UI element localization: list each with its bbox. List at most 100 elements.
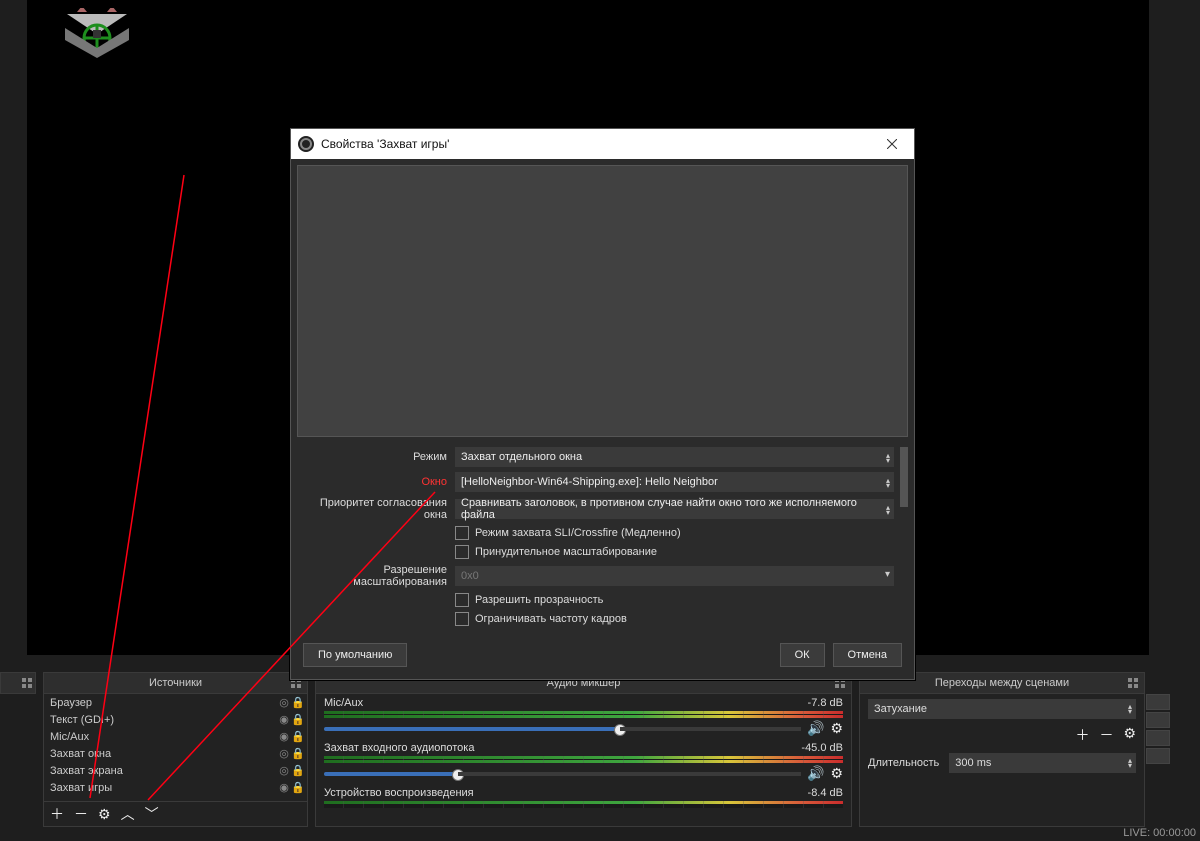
cancel-button-label: Отмена xyxy=(848,649,887,661)
lock-icon[interactable]: 🔒 xyxy=(291,764,305,777)
scale-resolution-select[interactable]: 0x0 ▾ xyxy=(455,566,894,586)
chevron-updown-icon: ▴▾ xyxy=(886,475,890,488)
remove-transition-button[interactable]: － xyxy=(1099,725,1113,745)
source-item-text-gdi[interactable]: Текст (GDI+) ◉🔒 xyxy=(44,711,307,728)
lock-icon[interactable]: 🔒 xyxy=(291,747,305,760)
visibility-icon[interactable]: ◎ xyxy=(277,696,291,709)
dialog-titlebar[interactable]: Свойства 'Захват игры' xyxy=(291,129,914,159)
mixer-row: Захват входного аудиопотока -45.0 dB 🔊 ⚙ xyxy=(316,739,851,784)
visibility-icon[interactable]: ◉ xyxy=(277,713,291,726)
defaults-button[interactable]: По умолчанию xyxy=(303,643,407,667)
chevron-updown-icon: ▴▾ xyxy=(886,502,890,515)
transitions-panel: Переходы между сценами Затухание ▴▾ ＋ － … xyxy=(859,672,1145,827)
mute-button[interactable]: 🔊 xyxy=(807,720,824,737)
source-item-window-capture[interactable]: Захват окна ◎🔒 xyxy=(44,745,307,762)
ok-button-label: ОК xyxy=(795,649,810,661)
source-item-game-capture[interactable]: Захват игры ◉🔒 xyxy=(44,779,307,796)
cancel-button[interactable]: Отмена xyxy=(833,643,902,667)
mode-label: Режим xyxy=(297,451,455,463)
transition-settings-button[interactable]: ⚙ xyxy=(1123,725,1136,745)
source-item-display-capture[interactable]: Захват экрана ◎🔒 xyxy=(44,762,307,779)
allow-transparency-label: Разрешить прозрачность xyxy=(475,594,603,606)
limit-fps-label: Ограничивать частоту кадров xyxy=(475,613,627,625)
lock-icon[interactable]: 🔒 xyxy=(291,696,305,709)
mixer-row: Mic/Aux -7.8 dB .slider-track::after{ wi… xyxy=(316,694,851,739)
limit-fps-checkbox[interactable] xyxy=(455,612,469,626)
move-source-up-button[interactable]: ︿ xyxy=(121,804,135,824)
audio-mixer-panel: Аудио микшер Mic/Aux -7.8 dB .slider-tra… xyxy=(315,672,852,827)
visibility-icon[interactable]: ◎ xyxy=(277,747,291,760)
lock-icon[interactable]: 🔒 xyxy=(291,730,305,743)
match-priority-select[interactable]: Сравнивать заголовок, в противном случае… xyxy=(455,499,894,519)
allow-transparency-checkbox[interactable] xyxy=(455,593,469,607)
defaults-button-label: По умолчанию xyxy=(318,649,392,661)
add-source-button[interactable]: ＋ xyxy=(50,804,64,824)
close-icon xyxy=(887,139,897,149)
volume-slider[interactable] xyxy=(324,772,801,776)
status-live-time: LIVE: 00:00:00 xyxy=(1123,827,1196,839)
add-transition-button[interactable]: ＋ xyxy=(1075,725,1089,745)
visibility-icon[interactable]: ◉ xyxy=(277,730,291,743)
transition-duration-label: Длительность xyxy=(868,757,939,769)
transition-duration-value: 300 ms xyxy=(955,757,991,769)
window-value: [HelloNeighbor-Win64-Shipping.exe]: Hell… xyxy=(461,476,718,488)
source-item-browser[interactable]: Браузер ◎🔒 xyxy=(44,694,307,711)
chevron-down-icon: ▾ xyxy=(885,569,890,580)
visibility-icon[interactable]: ◉ xyxy=(277,781,291,794)
mode-select[interactable]: Захват отдельного окна ▴▾ xyxy=(455,447,894,467)
move-source-down-button[interactable]: ﹀ xyxy=(145,804,159,824)
scenes-panel-collapsed[interactable] xyxy=(0,672,36,694)
audio-meter xyxy=(324,711,843,718)
sli-crossfire-label: Режим захвата SLI/Crossfire (Медленно) xyxy=(475,527,681,539)
mixer-settings-button[interactable]: ⚙ xyxy=(830,720,843,737)
sources-panel-header[interactable]: Источники xyxy=(44,673,307,694)
remove-source-button[interactable]: － xyxy=(74,804,88,824)
close-button[interactable] xyxy=(870,129,914,159)
scale-resolution-value: 0x0 xyxy=(461,570,479,582)
match-priority-value: Сравнивать заголовок, в противном случае… xyxy=(461,497,888,521)
mixer-source-name: Mic/Aux xyxy=(324,697,363,709)
chevron-updown-icon: ▴▾ xyxy=(1128,755,1132,768)
properties-dialog: Свойства 'Захват игры' Режим Захват отде… xyxy=(290,128,915,680)
visibility-icon[interactable]: ◎ xyxy=(277,764,291,777)
transitions-panel-title: Переходы между сценами xyxy=(935,677,1069,689)
transition-duration-spinner[interactable]: 300 ms ▴▾ xyxy=(949,753,1136,773)
dialog-preview xyxy=(297,165,908,437)
obs-icon xyxy=(298,136,314,152)
source-item-label: Захват окна xyxy=(50,748,277,760)
sli-crossfire-checkbox[interactable] xyxy=(455,526,469,540)
lock-icon[interactable]: 🔒 xyxy=(291,713,305,726)
sources-list: Браузер ◎🔒 Текст (GDI+) ◉🔒 Mic/Aux ◉🔒 За… xyxy=(44,694,307,796)
mixer-source-name: Захват входного аудиопотока xyxy=(324,742,474,754)
transition-select-value: Затухание xyxy=(874,703,927,715)
mixer-row: Устройство воспроизведения -8.4 dB xyxy=(316,784,851,810)
window-label: Окно xyxy=(297,476,455,488)
source-logo-icon xyxy=(57,8,137,63)
window-select[interactable]: [HelloNeighbor-Win64-Shipping.exe]: Hell… xyxy=(455,472,894,492)
controls-panel-collapsed[interactable] xyxy=(1146,694,1170,766)
source-item-label: Захват игры xyxy=(50,782,277,794)
source-item-mic-aux[interactable]: Mic/Aux ◉🔒 xyxy=(44,728,307,745)
chevron-updown-icon: ▴▾ xyxy=(886,450,890,463)
source-item-label: Mic/Aux xyxy=(50,731,277,743)
source-settings-button[interactable]: ⚙ xyxy=(98,806,111,823)
volume-slider[interactable]: .slider-track::after{ width:calc(100% - … xyxy=(324,727,801,731)
sources-panel-title: Источники xyxy=(149,677,202,689)
transition-select[interactable]: Затухание ▴▾ xyxy=(868,699,1136,719)
chevron-updown-icon: ▴▾ xyxy=(1128,701,1132,714)
audio-meter xyxy=(324,756,843,763)
audio-meter xyxy=(324,801,843,808)
match-priority-label: Приоритет согласования окна xyxy=(297,497,455,521)
ok-button[interactable]: ОК xyxy=(780,643,825,667)
source-item-label: Захват экрана xyxy=(50,765,277,777)
sources-panel: Источники Браузер ◎🔒 Текст (GDI+) ◉🔒 Mic… xyxy=(43,672,308,827)
force-scaling-checkbox[interactable] xyxy=(455,545,469,559)
lock-icon[interactable]: 🔒 xyxy=(291,781,305,794)
mixer-settings-button[interactable]: ⚙ xyxy=(830,765,843,782)
grip-icon xyxy=(22,678,32,688)
mode-value: Захват отдельного окна xyxy=(461,451,582,463)
mixer-db-value: -45.0 dB xyxy=(801,742,843,754)
mute-button[interactable]: 🔊 xyxy=(807,765,824,782)
source-item-label: Браузер xyxy=(50,697,277,709)
force-scaling-label: Принудительное масштабирование xyxy=(475,546,657,558)
